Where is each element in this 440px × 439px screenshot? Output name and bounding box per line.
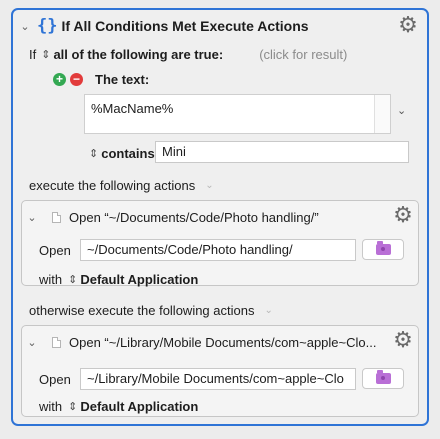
action-title: If All Conditions Met Execute Actions — [61, 18, 309, 34]
choose-folder-button[interactable] — [362, 368, 404, 389]
click-for-result-hint[interactable]: (click for result) — [259, 47, 347, 62]
if-action-icon: {} — [37, 16, 58, 36]
gear-icon[interactable]: ⚙ — [397, 14, 419, 36]
with-row: with ⇕ Default Application — [39, 270, 198, 288]
collapse-chevron-icon[interactable]: ⌄ — [26, 211, 38, 224]
operator-popup[interactable]: contains — [101, 146, 154, 161]
if-label: If — [29, 46, 37, 62]
open-action-1-title: Open “~/Documents/Code/Photo handling/” — [69, 209, 319, 225]
updown-arrows-icon[interactable]: ⇕ — [41, 48, 50, 61]
open-action-1: ⌄ Open “~/Documents/Code/Photo handling/… — [21, 200, 419, 288]
open-action-2-title: Open “~/Library/Mobile Documents/com~app… — [69, 334, 377, 350]
token-menu-chevron-icon[interactable]: ⌄ — [397, 104, 406, 117]
otherwise-label: otherwise execute the following actions — [29, 302, 255, 318]
otherwise-section-header: otherwise execute the following actions … — [29, 301, 273, 319]
open-action-2-header: ⌄ Open “~/Library/Mobile Documents/com~a… — [26, 332, 376, 352]
choose-folder-button[interactable] — [362, 239, 404, 260]
if-condition-row: If ⇕ all of the following are true: (cli… — [29, 45, 347, 63]
execute-section-header: execute the following actions ⌄ — [29, 176, 214, 194]
remove-condition-icon[interactable]: − — [70, 72, 83, 86]
with-row: with ⇕ Default Application — [39, 397, 198, 415]
match-value-field[interactable]: Mini — [155, 141, 409, 163]
open-row: Open — [39, 241, 71, 259]
gear-icon[interactable]: ⚙ — [392, 329, 414, 351]
execute-label: execute the following actions — [29, 177, 196, 193]
open-action-2: ⌄ Open “~/Library/Mobile Documents/com~a… — [21, 325, 419, 417]
updown-arrows-icon[interactable]: ⇕ — [89, 147, 98, 160]
open-label: Open — [39, 242, 71, 258]
operator-row: ⇕ contains — [89, 144, 155, 162]
collapse-chevron-icon[interactable]: ⌄ — [26, 336, 38, 349]
open-label: Open — [39, 371, 71, 387]
path-field[interactable]: ~/Library/Mobile Documents/com~apple~Clo — [80, 368, 356, 390]
add-condition-icon[interactable]: + — [53, 72, 66, 86]
open-row: Open — [39, 370, 71, 388]
condition-mode-popup[interactable]: all of the following are true: — [53, 47, 223, 62]
chevron-down-icon[interactable]: ⌄ — [264, 305, 272, 316]
application-popup[interactable]: Default Application — [80, 272, 198, 287]
condition-text-field[interactable]: %MacName% — [84, 94, 391, 134]
collapse-chevron-icon[interactable]: ⌄ — [19, 20, 31, 33]
if-then-else-action: ⌄ {} If All Conditions Met Execute Actio… — [11, 8, 429, 426]
with-label: with — [39, 271, 63, 287]
with-label: with — [39, 398, 63, 414]
condition-header: + − The text: — [53, 70, 149, 88]
application-popup[interactable]: Default Application — [80, 399, 198, 414]
document-icon — [52, 211, 61, 223]
document-icon — [52, 336, 61, 348]
chevron-down-icon[interactable]: ⌄ — [205, 180, 213, 191]
gear-icon[interactable]: ⚙ — [392, 204, 414, 226]
condition-type-label: The text: — [95, 71, 150, 87]
updown-arrows-icon[interactable]: ⇕ — [68, 273, 77, 286]
text-field-scrollbar[interactable] — [374, 95, 390, 133]
action-header: ⌄ {} If All Conditions Met Execute Actio… — [19, 16, 309, 36]
path-field[interactable]: ~/Documents/Code/Photo handling/ — [80, 239, 356, 261]
updown-arrows-icon[interactable]: ⇕ — [68, 400, 77, 413]
open-action-1-header: ⌄ Open “~/Documents/Code/Photo handling/… — [26, 207, 319, 227]
folder-icon — [375, 241, 391, 255]
condition-text-value: %MacName% — [91, 101, 174, 116]
folder-icon — [375, 370, 391, 384]
